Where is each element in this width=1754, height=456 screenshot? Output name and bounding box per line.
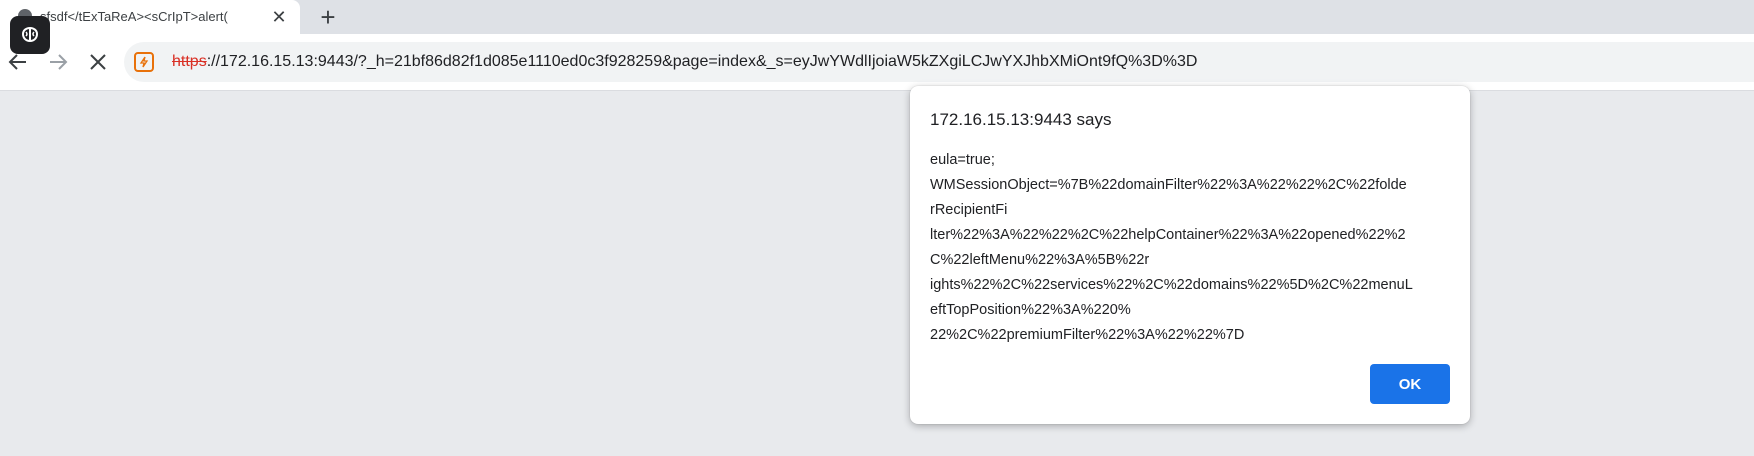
message-line: lter%22%3A%22%22%2C%22helpContainer%22%3… (930, 227, 1406, 243)
dialog-title: 172.16.15.13:9443 says (930, 110, 1112, 129)
url-rest: ://172.16.15.13:9443/?_h=21bf86d82f1d085… (206, 53, 1198, 70)
browser-toolbar: https://172.16.15.13:9443/?_h=21bf86d82f… (0, 34, 1754, 91)
message-line: eula=true; (930, 152, 995, 168)
not-secure-icon[interactable] (134, 52, 154, 72)
tab-title: sfsdf</tExTaReA><sCrIpT>alert( (40, 9, 228, 24)
alert-dialog: 172.16.15.13:9443 says eula=true; WMSess… (910, 86, 1470, 424)
message-line: rRecipientFi (930, 202, 1008, 218)
tab-close-icon[interactable]: ✕ (268, 6, 290, 28)
stop-loading-close-icon[interactable] (84, 48, 112, 76)
url-scheme: https (172, 53, 207, 70)
page-content (0, 91, 1754, 456)
tab-strip: sfsdf</tExTaReA><sCrIpT>alert( ✕ + (0, 0, 1754, 34)
message-line: WMSessionObject=%7B%22domainFilter%22%3A… (930, 177, 1407, 193)
message-line: eftTopPosition%22%3A%220% (930, 302, 1131, 318)
dialog-message: eula=true; WMSessionObject=%7B%22domainF… (930, 148, 1460, 348)
message-line: ights%22%2C%22services%22%2C%22domains%2… (930, 277, 1413, 293)
forward-arrow-icon[interactable] (44, 48, 72, 76)
message-line: 22%2C%22premiumFilter%22%3A%22%22%7D (930, 327, 1245, 343)
tab-title-fade (236, 6, 260, 26)
message-line: C%22leftMenu%22%3A%5B%22r (930, 252, 1150, 268)
new-tab-plus-icon[interactable]: + (314, 3, 342, 31)
url-text[interactable]: https://172.16.15.13:9443/?_h=21bf86d82f… (172, 53, 1197, 71)
address-bar[interactable]: https://172.16.15.13:9443/?_h=21bf86d82f… (124, 42, 1754, 82)
ok-button[interactable]: OK (1370, 364, 1450, 404)
extension-brain-icon[interactable] (10, 16, 50, 54)
